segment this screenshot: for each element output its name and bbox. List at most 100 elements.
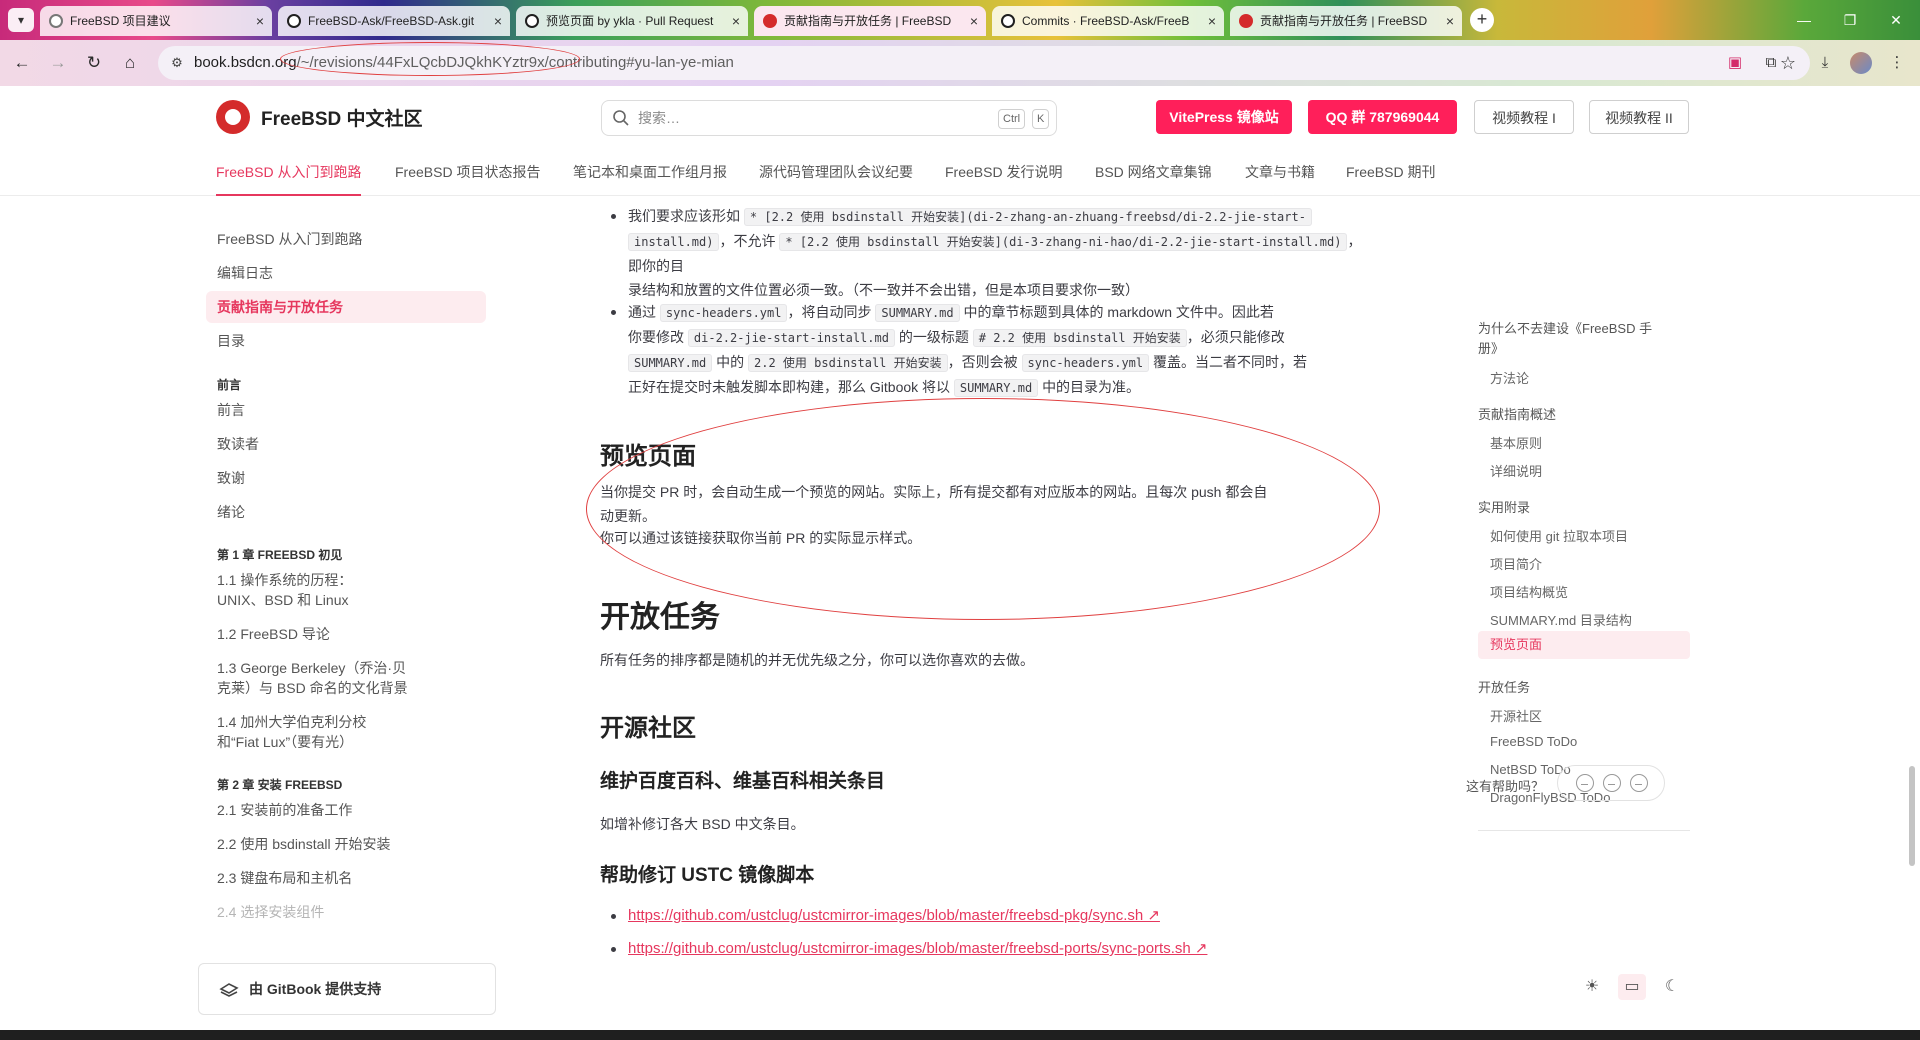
nav-journal[interactable]: FreeBSD 期刊	[1346, 148, 1435, 196]
toc-item-details[interactable]: 详细说明	[1490, 461, 1542, 480]
close-icon[interactable]: ×	[494, 6, 502, 36]
download-icon[interactable]: ⤓	[1814, 52, 1836, 74]
toc-item-open-source-community[interactable]: 开源社区	[1490, 706, 1542, 725]
site-name[interactable]: FreeBSD 中文社区	[261, 104, 423, 131]
sidebar-item-1-1-cont[interactable]: UNIX、BSD 和 Linux	[217, 590, 417, 610]
close-icon[interactable]: ×	[732, 6, 740, 36]
ustc-ports-sync-link[interactable]: https://github.com/ustclug/ustcmirror-im…	[610, 939, 1207, 957]
site-info-icon[interactable]: ⚙	[168, 54, 186, 72]
inline-code: * [2.2 使用 bsdinstall 开始安装](di-2-zhang-an…	[743, 208, 1312, 226]
nav-source-mgmt-minutes[interactable]: 源代码管理团队会议纪要	[759, 148, 913, 196]
freebsd-logo-icon[interactable]	[216, 100, 250, 134]
text: 正好在提交时未触发脚本即构建，那么 Gitbook 将以	[628, 379, 951, 395]
browser-menu-icon[interactable]: ⋮	[1886, 52, 1908, 74]
close-icon[interactable]: ×	[1446, 6, 1454, 36]
toc-item-appendix[interactable]: 实用附录	[1478, 497, 1530, 516]
system-mode-monitor-icon[interactable]: ▭	[1618, 974, 1646, 1000]
qq-group-button[interactable]: QQ 群 787969044	[1308, 100, 1457, 134]
sidebar-item-contributing[interactable]: 贡献指南与开放任务	[206, 291, 486, 323]
translate-extension-icon[interactable]: ▣	[1724, 52, 1746, 74]
nav-bsd-articles[interactable]: BSD 网络文章集锦	[1095, 148, 1212, 196]
sidebar-item-toc[interactable]: 目录	[217, 331, 417, 351]
browser-tab-1[interactable]: FreeBSD 项目建议 ×	[40, 6, 272, 36]
sidebar-item-2-1[interactable]: 2.1 安装前的准备工作	[217, 800, 417, 820]
browser-tab-5[interactable]: Commits · FreeBSD-Ask/FreeB ×	[992, 6, 1224, 36]
browser-tab-4-active[interactable]: 贡献指南与开放任务 | FreeBSD ×	[754, 6, 986, 36]
sidebar-item-changelog[interactable]: 编辑日志	[217, 263, 417, 283]
minimize-button[interactable]: —	[1784, 8, 1824, 32]
neutral-face-icon[interactable]	[1603, 774, 1621, 792]
sad-face-icon[interactable]	[1630, 774, 1648, 792]
toc-item-preview-page[interactable]: 预览页面	[1478, 631, 1690, 659]
toc-item-freebsd-todo[interactable]: FreeBSD ToDo	[1490, 734, 1577, 749]
forward-arrow-icon[interactable]: →	[44, 49, 72, 77]
sidebar-item-home[interactable]: FreeBSD 从入门到跑路	[217, 229, 417, 249]
gitbook-powered-by[interactable]: 由 GitBook 提供支持	[198, 963, 496, 1015]
bookmark-star-icon[interactable]: ☆	[1780, 46, 1796, 80]
window-close-button[interactable]: ✕	[1876, 8, 1916, 32]
nav-release-notes[interactable]: FreeBSD 发行说明	[945, 148, 1062, 196]
github-icon	[287, 14, 301, 28]
heading-open-source-community: 开源社区	[600, 715, 696, 742]
sidebar-item-2-2[interactable]: 2.2 使用 bsdinstall 开始安装	[217, 834, 417, 854]
nav-articles-books[interactable]: 文章与书籍	[1245, 148, 1315, 196]
tab-search-button[interactable]: ▾	[8, 8, 34, 32]
nav-freebsd-guide[interactable]: FreeBSD 从入门到跑路	[216, 148, 362, 196]
sidebar-item-1-3-cont[interactable]: 克莱）与 BSD 命名的文化背景	[217, 678, 417, 698]
toc-item-principles[interactable]: 基本原则	[1490, 433, 1542, 452]
scrollbar[interactable]	[1909, 766, 1915, 866]
extensions-puzzle-icon[interactable]: ⧉	[1760, 52, 1782, 74]
new-tab-button[interactable]: +	[1470, 8, 1494, 32]
toc-item-why-not-handbook[interactable]: 为什么不去建设《FreeBSD 手	[1478, 318, 1652, 337]
tab-title: FreeBSD-Ask/FreeBSD-Ask.git	[308, 14, 475, 28]
toc-item-methodology[interactable]: 方法论	[1490, 368, 1529, 387]
heading-wiki-entries: 维护百度百科、维基百科相关条目	[600, 771, 886, 792]
home-icon[interactable]: ⌂	[116, 49, 144, 77]
tab-title: 贡献指南与开放任务 | FreeBSD	[1260, 14, 1428, 28]
sidebar-item-2-3[interactable]: 2.3 键盘布局和主机名	[217, 868, 417, 888]
nav-laptop-desktop-reports[interactable]: 笔记本和桌面工作组月报	[573, 148, 727, 196]
inline-code: sync-headers.yml	[1021, 354, 1150, 372]
toc-item-git-clone[interactable]: 如何使用 git 拉取本项目	[1490, 526, 1628, 545]
sidebar-item-intro[interactable]: 绪论	[217, 502, 417, 522]
list-item: 我们要求应该形如 * [2.2 使用 bsdinstall 开始安装](di-2…	[611, 204, 1368, 302]
inline-code: 2.2 使用 bsdinstall 开始安装	[748, 354, 948, 372]
vitepress-mirror-button[interactable]: VitePress 镜像站	[1156, 100, 1292, 134]
reload-icon[interactable]: ↻	[80, 49, 108, 77]
happy-face-icon[interactable]	[1576, 774, 1594, 792]
sidebar-item-1-4-cont[interactable]: 和“Fiat Lux”（要有光）	[217, 732, 417, 752]
video-tutorial-1-button[interactable]: 视频教程 I	[1474, 100, 1574, 134]
text: ，将自动同步	[787, 304, 872, 320]
sidebar-item-preface[interactable]: 前言	[217, 400, 417, 420]
browser-tab-6[interactable]: 贡献指南与开放任务 | FreeBSD ×	[1230, 6, 1462, 36]
sidebar-item-to-readers[interactable]: 致读者	[217, 434, 417, 454]
dark-mode-moon-icon[interactable]: ☾	[1658, 974, 1686, 1000]
browser-tab-2[interactable]: FreeBSD-Ask/FreeBSD-Ask.git ×	[278, 6, 510, 36]
back-arrow-icon[interactable]: ←	[8, 49, 36, 77]
sidebar-item-thanks[interactable]: 致谢	[217, 468, 417, 488]
toc-item-overview[interactable]: 贡献指南概述	[1478, 404, 1556, 423]
sidebar-item-1-3[interactable]: 1.3 George Berkeley（乔治·贝	[217, 658, 417, 678]
nav-status-reports[interactable]: FreeBSD 项目状态报告	[395, 148, 540, 196]
search-icon	[613, 110, 629, 126]
video-tutorial-2-button[interactable]: 视频教程 II	[1589, 100, 1689, 134]
toc-item-open-tasks[interactable]: 开放任务	[1478, 677, 1530, 696]
sidebar-item-1-2[interactable]: 1.2 FreeBSD 导论	[217, 624, 417, 644]
search-input[interactable]: 搜索… Ctrl K	[601, 100, 1057, 136]
close-icon[interactable]: ×	[1208, 6, 1216, 36]
sidebar-item-1-4[interactable]: 1.4 加州大学伯克利分校	[217, 712, 417, 732]
profile-avatar[interactable]	[1850, 52, 1872, 74]
sidebar-item-1-1[interactable]: 1.1 操作系统的历程：	[217, 570, 417, 590]
ustc-pkg-sync-link[interactable]: https://github.com/ustclug/ustcmirror-im…	[611, 906, 1160, 924]
toc-item-summary-structure[interactable]: SUMMARY.md 目录结构	[1490, 610, 1632, 629]
sidebar-item-2-4[interactable]: 2.4 选择安装组件	[217, 902, 417, 922]
close-icon[interactable]: ×	[256, 6, 264, 36]
close-icon[interactable]: ×	[970, 6, 978, 36]
light-mode-sun-icon[interactable]: ☀	[1578, 974, 1606, 1000]
maximize-button[interactable]: ❐	[1830, 8, 1870, 32]
toc-item-why-not-handbook-cont[interactable]: 册》	[1478, 338, 1504, 357]
toc-item-project-structure[interactable]: 项目结构概览	[1490, 582, 1568, 601]
browser-tab-3[interactable]: 预览页面 by ykla · Pull Request ×	[516, 6, 748, 36]
toc-item-project-intro[interactable]: 项目简介	[1490, 554, 1542, 573]
github-icon	[525, 14, 539, 28]
